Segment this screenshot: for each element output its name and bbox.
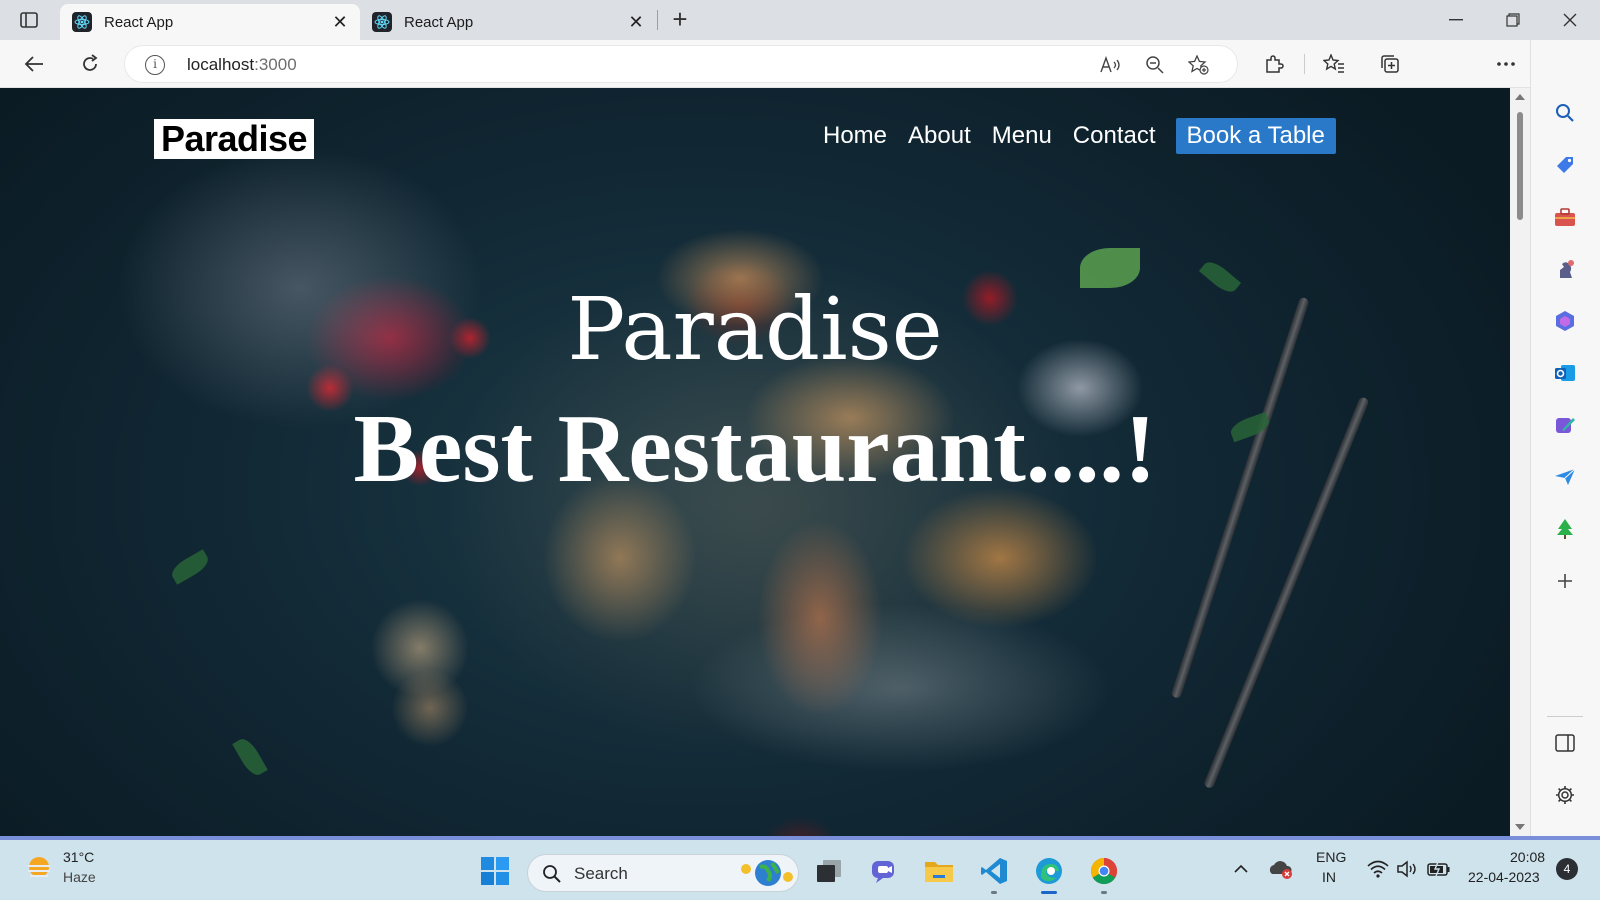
- earth-day-icon: [741, 860, 793, 886]
- favorites-icon[interactable]: [1318, 48, 1350, 80]
- tab-strip: React App ✕ React App ✕ +: [0, 0, 1600, 40]
- shopping-tag-icon[interactable]: [1550, 150, 1580, 180]
- notification-badge[interactable]: 4: [1556, 858, 1578, 880]
- read-aloud-icon[interactable]: [1099, 54, 1123, 76]
- clock-time[interactable]: 20:08: [1510, 848, 1545, 866]
- book-table-button[interactable]: Book a Table: [1175, 118, 1336, 154]
- outlook-icon[interactable]: [1550, 358, 1580, 388]
- address-bar[interactable]: i localhost:3000: [124, 45, 1238, 83]
- leaf-image: [168, 549, 212, 585]
- running-indicator: [1101, 891, 1107, 894]
- tab-label: React App: [404, 13, 474, 31]
- weather-temp[interactable]: 31°C: [63, 848, 94, 866]
- refresh-icon[interactable]: [74, 48, 106, 80]
- scroll-up-icon[interactable]: [1515, 94, 1525, 100]
- hide-sidebar-icon[interactable]: [1550, 728, 1580, 758]
- nav-contact-link[interactable]: Contact: [1073, 122, 1156, 150]
- hero-title: Paradise: [567, 280, 943, 380]
- designer-icon[interactable]: [1550, 410, 1580, 440]
- onedrive-error-icon[interactable]: [1268, 856, 1294, 882]
- add-favorite-icon[interactable]: [1187, 54, 1211, 76]
- region-indicator[interactable]: IN: [1322, 868, 1336, 886]
- vscode-icon[interactable]: [977, 854, 1011, 894]
- chrome-icon[interactable]: [1087, 854, 1121, 894]
- site-nav: Home About Menu Contact Book a Table: [823, 118, 1336, 154]
- close-tab-icon[interactable]: ✕: [626, 12, 646, 32]
- weather-desc[interactable]: Haze: [63, 868, 96, 886]
- settings-gear-icon[interactable]: [1550, 780, 1580, 810]
- volume-icon[interactable]: [1396, 857, 1420, 881]
- task-view-icon[interactable]: [812, 854, 846, 888]
- minimize-icon[interactable]: [1433, 6, 1479, 34]
- restore-icon[interactable]: [1490, 6, 1536, 34]
- sidebar-divider: [1547, 716, 1583, 717]
- tab-react-app-1[interactable]: React App ✕: [60, 4, 360, 40]
- tab-actions-icon[interactable]: [12, 7, 46, 33]
- wifi-icon[interactable]: [1366, 857, 1390, 881]
- taskbar-search-input[interactable]: Search: [527, 854, 799, 892]
- search-icon: [543, 865, 561, 883]
- leaf-image: [232, 735, 268, 779]
- sidebar-search-icon[interactable]: [1550, 98, 1580, 128]
- language-indicator[interactable]: ENG: [1316, 848, 1346, 866]
- react-icon: [372, 12, 392, 32]
- microsoft-365-icon[interactable]: [1550, 306, 1580, 336]
- close-window-icon[interactable]: [1547, 6, 1593, 34]
- add-sidebar-app-icon[interactable]: [1550, 566, 1580, 596]
- nav-home-link[interactable]: Home: [823, 122, 887, 150]
- nav-about-link[interactable]: About: [908, 122, 971, 150]
- games-icon[interactable]: [1550, 254, 1580, 284]
- toolbar-divider: [1304, 54, 1305, 74]
- react-icon: [72, 12, 92, 32]
- send-icon[interactable]: [1550, 462, 1580, 492]
- extensions-icon[interactable]: [1258, 48, 1290, 80]
- teams-chat-icon[interactable]: [867, 854, 901, 888]
- tab-react-app-2[interactable]: React App ✕: [360, 4, 656, 40]
- hero-subtitle: Best Restaurant....!: [353, 395, 1157, 503]
- show-hidden-icons-chevron[interactable]: [1230, 858, 1252, 880]
- nav-menu-link[interactable]: Menu: [992, 122, 1052, 150]
- windows-start-icon[interactable]: [478, 854, 512, 888]
- tab-divider: [657, 10, 658, 30]
- edge-sidebar: [1530, 40, 1600, 836]
- collections-icon[interactable]: [1374, 48, 1406, 80]
- active-indicator: [1041, 891, 1057, 894]
- scroll-thumb[interactable]: [1517, 112, 1523, 220]
- page-scrollbar[interactable]: [1510, 88, 1530, 836]
- search-placeholder: Search: [574, 864, 628, 883]
- tab-label: React App: [104, 13, 174, 31]
- tree-icon[interactable]: [1550, 514, 1580, 544]
- more-options-icon[interactable]: [1490, 48, 1522, 80]
- zoom-out-icon[interactable]: [1143, 54, 1167, 76]
- site-logo[interactable]: Paradise: [154, 118, 314, 159]
- site-info-icon[interactable]: i: [145, 55, 165, 75]
- new-tab-button[interactable]: +: [667, 6, 693, 32]
- windows-taskbar: 31°C Haze Search ENG IN 20:08 22-04-2023…: [0, 836, 1600, 900]
- weather-sun-icon[interactable]: [22, 850, 56, 884]
- clock-date[interactable]: 22-04-2023: [1468, 868, 1540, 886]
- back-icon[interactable]: [18, 48, 50, 80]
- tools-briefcase-icon[interactable]: [1550, 202, 1580, 232]
- close-tab-icon[interactable]: ✕: [330, 12, 350, 32]
- url-text[interactable]: localhost:3000: [187, 55, 297, 75]
- hero-section: Paradise Home About Menu Contact Book a …: [0, 88, 1510, 836]
- browser-toolbar: i localhost:3000: [0, 40, 1600, 118]
- file-explorer-icon[interactable]: [922, 854, 956, 888]
- edge-browser-icon[interactable]: [1032, 854, 1066, 894]
- battery-charging-icon[interactable]: [1426, 857, 1452, 881]
- running-indicator: [991, 891, 997, 894]
- scroll-down-icon[interactable]: [1515, 824, 1525, 830]
